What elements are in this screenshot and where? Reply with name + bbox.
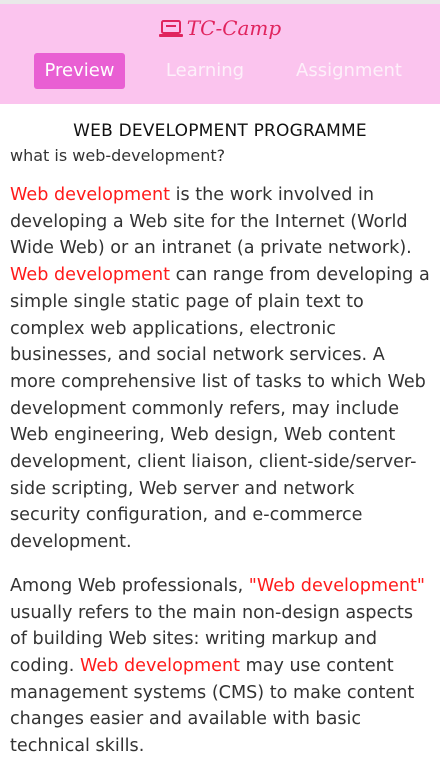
laptop-icon xyxy=(158,20,183,37)
paragraph-definition: Web development is the work involved in … xyxy=(10,182,430,556)
tab-preview[interactable]: Preview xyxy=(34,53,125,89)
tab-assignment[interactable]: Assignment xyxy=(288,53,410,89)
highlight-term: "Web development" xyxy=(248,575,425,596)
page-title: WEB DEVELOPMENT PROGRAMME xyxy=(73,121,367,141)
brand-name: TC-Camp xyxy=(186,16,282,40)
paragraph-text: Among Web professionals, xyxy=(10,575,249,596)
tab-learning[interactable]: Learning xyxy=(158,53,252,89)
brand[interactable]: TC-Camp xyxy=(0,14,440,42)
paragraph-text: can range from developing a simple singl… xyxy=(10,265,430,553)
highlight-term: Web development xyxy=(10,185,171,205)
content: WEB DEVELOPMENT PROGRAMME what is web-de… xyxy=(0,118,440,760)
app-header: TC-Camp Preview Learning Assignment xyxy=(0,4,440,104)
highlight-term: Web development xyxy=(10,265,171,286)
paragraph-professionals: Among Web professionals, "Web developmen… xyxy=(10,573,430,760)
highlight-term: Web development xyxy=(80,655,241,676)
page-subtitle: what is web-development? xyxy=(10,146,226,165)
main-nav: Preview Learning Assignment xyxy=(0,53,440,91)
